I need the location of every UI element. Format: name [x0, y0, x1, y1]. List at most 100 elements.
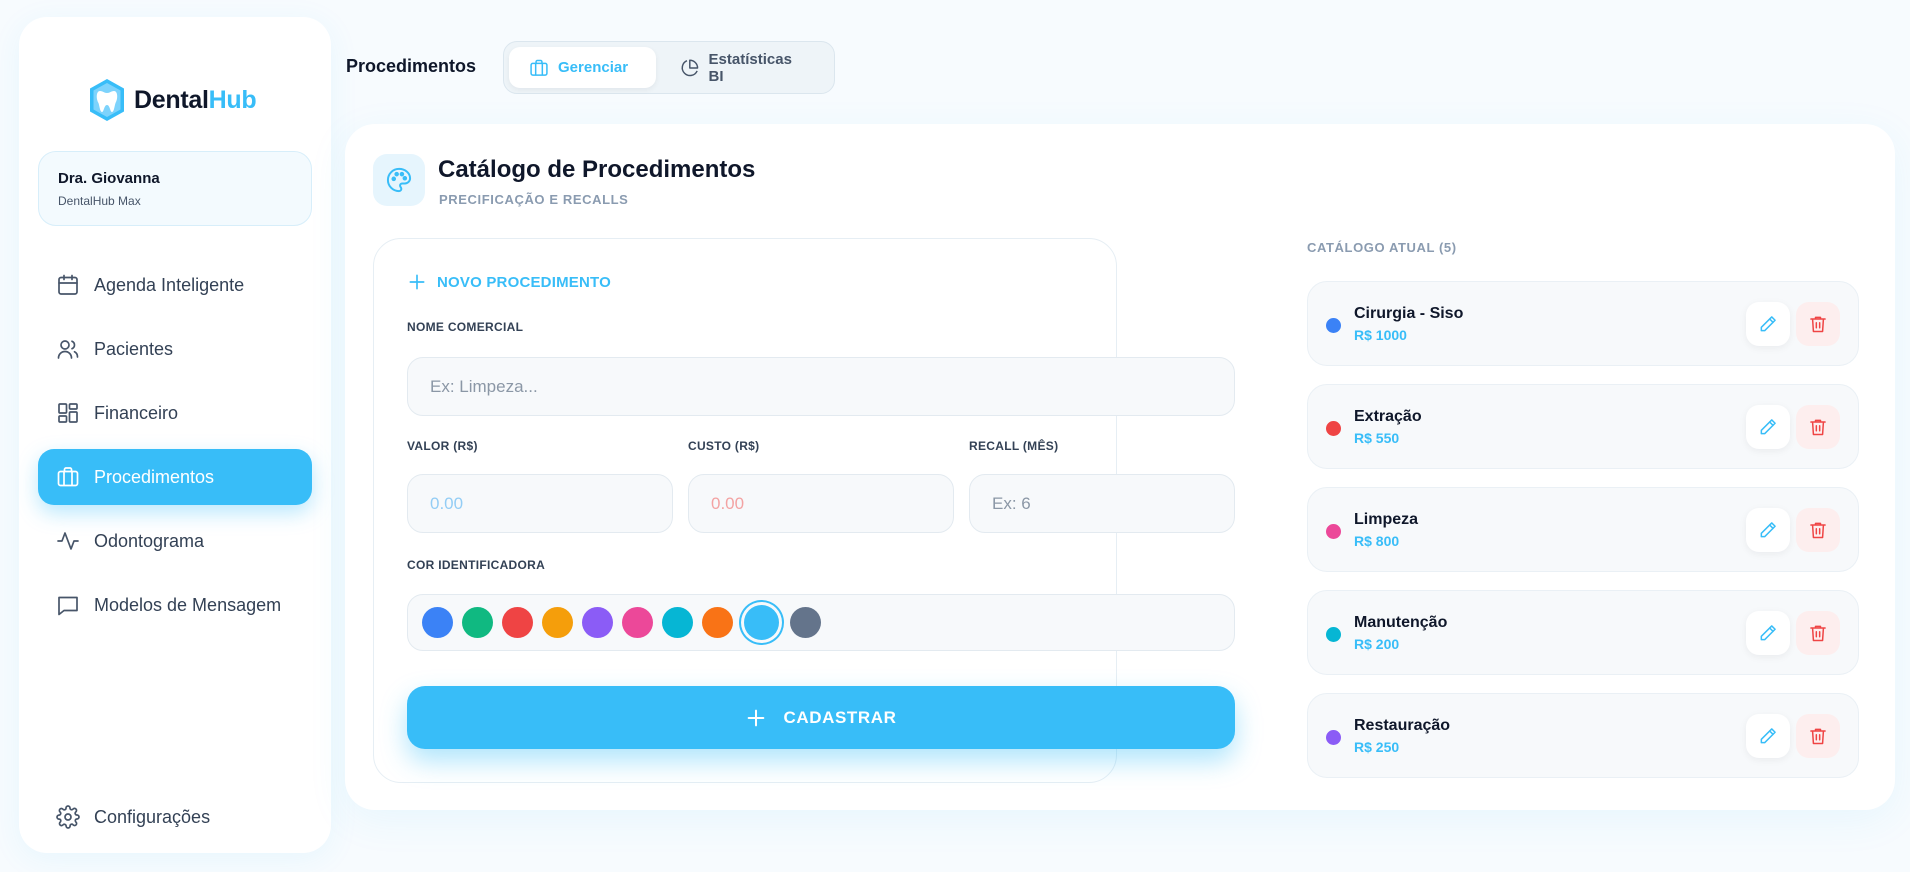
sidebar-item-modelos-de-mensagem[interactable]: Modelos de Mensagem: [38, 577, 312, 633]
name-field-label: NOME COMERCIAL: [407, 320, 524, 334]
color-swatch[interactable]: [462, 607, 493, 638]
tab-label: Estatísticas BI: [708, 50, 792, 85]
procedure-price: R$ 200: [1354, 636, 1400, 652]
procedure-price: R$ 800: [1354, 533, 1400, 549]
trash-icon: [1810, 316, 1826, 333]
edit-button[interactable]: [1746, 611, 1790, 655]
register-button-label: CADASTRAR: [783, 707, 897, 727]
sidebar-item-label: Pacientes: [94, 338, 174, 359]
new-procedure-label: NOVO PROCEDIMENTO: [437, 273, 611, 291]
sidebar-item-agenda[interactable]: Agenda Inteligente: [38, 257, 312, 313]
dashboard-icon: [58, 403, 78, 423]
logo[interactable]: DentalHub: [86, 77, 257, 123]
sidebar-item-label: Odontograma: [94, 530, 205, 551]
plus-icon: [409, 274, 425, 290]
color-swatch[interactable]: [662, 607, 693, 638]
delete-button[interactable]: [1796, 714, 1840, 758]
new-procedure-form: NOVO PROCEDIMENTO NOME COMERCIAL VALOR (…: [373, 238, 1235, 783]
card-title: Catálogo de Procedimentos: [438, 156, 756, 183]
users-icon: [57, 340, 79, 359]
tooth-logo-icon: [90, 79, 124, 121]
procedure-name-input[interactable]: [407, 357, 1235, 416]
catalog-item: Restauração R$ 250: [1307, 693, 1859, 778]
price-input[interactable]: [407, 474, 673, 533]
sidebar-item-pacientes[interactable]: Pacientes: [38, 321, 312, 377]
recall-field-label: RECALL (MÊS): [969, 439, 1059, 453]
delete-button[interactable]: [1796, 302, 1840, 346]
trash-icon: [1810, 419, 1826, 436]
sidebar-item-label: Procedimentos: [94, 466, 215, 487]
sidebar-nav: Agenda Inteligente Pacientes Financeiro …: [38, 257, 312, 641]
profile-name: Dra. Giovanna: [58, 170, 160, 187]
procedure-name: Extração: [1354, 408, 1422, 425]
pencil-icon: [1760, 728, 1776, 744]
color-swatch[interactable]: [702, 607, 733, 638]
pencil-icon: [1760, 316, 1776, 332]
procedures-card: Catálogo de Procedimentos PRECIFICAÇÃO E…: [345, 124, 1895, 810]
procedure-price: R$ 550: [1354, 430, 1400, 446]
color-swatch[interactable]: [790, 607, 821, 638]
color-swatch[interactable]: [622, 607, 653, 638]
procedure-name: Limpeza: [1354, 511, 1419, 528]
color-dot: [1326, 627, 1341, 642]
color-swatch[interactable]: [502, 607, 533, 638]
sidebar-item-procedimentos[interactable]: Procedimentos: [38, 449, 312, 505]
procedure-name: Restauração: [1354, 717, 1451, 734]
procedure-price: R$ 1000: [1354, 327, 1407, 343]
sidebar-item-configuracoes[interactable]: Configurações: [38, 789, 312, 845]
message-icon: [58, 596, 78, 616]
delete-button[interactable]: [1796, 405, 1840, 449]
catalog-item: Manutenção R$ 200: [1307, 590, 1859, 675]
cost-field-label: CUSTO (R$): [688, 439, 760, 453]
briefcase-icon: [57, 467, 79, 487]
recall-input[interactable]: [969, 474, 1235, 533]
logo-text-dental: Dental: [134, 85, 209, 114]
color-field-label: COR IDENTIFICADORA: [407, 558, 546, 572]
trash-icon: [1810, 522, 1826, 539]
color-swatch[interactable]: [542, 607, 573, 638]
sidebar-item-label: Agenda Inteligente: [94, 274, 245, 295]
color-dot: [1326, 524, 1341, 539]
tab-estatisticas-bi[interactable]: Estatísticas BI: [660, 47, 829, 88]
color-swatch[interactable]: [422, 607, 453, 638]
activity-icon: [57, 532, 79, 550]
new-procedure-heading[interactable]: NOVO PROCEDIMENTO: [407, 272, 611, 292]
plus-icon: [748, 709, 765, 726]
tab-gerenciar[interactable]: Gerenciar: [509, 47, 656, 88]
calendar-icon: [58, 274, 78, 295]
register-button[interactable]: CADASTRAR: [407, 686, 1235, 749]
sidebar-item-financeiro[interactable]: Financeiro: [38, 385, 312, 441]
edit-button[interactable]: [1746, 302, 1790, 346]
color-dot: [1326, 730, 1341, 745]
page-title: Procedimentos: [346, 56, 477, 76]
tab-label: Gerenciar: [558, 59, 629, 76]
palette-icon: [387, 167, 412, 193]
color-picker: [407, 594, 1235, 651]
pencil-icon: [1760, 522, 1776, 538]
delete-button[interactable]: [1796, 611, 1840, 655]
sidebar-item-label: Financeiro: [94, 402, 179, 423]
sidebar-item-label: Configurações: [94, 806, 211, 827]
color-swatch[interactable]: [744, 605, 779, 640]
user-profile-card[interactable]: Dra. Giovanna DentalHub Max: [38, 151, 312, 226]
logo-text-hub: Hub: [208, 85, 257, 114]
catalog-item: Cirurgia - Siso R$ 1000: [1307, 281, 1859, 366]
catalog-item: Limpeza R$ 800: [1307, 487, 1859, 572]
delete-button[interactable]: [1796, 508, 1840, 552]
catalog-list: Cirurgia - Siso R$ 1000 Extração R$ 550 Limp…: [1307, 281, 1859, 796]
edit-button[interactable]: [1746, 405, 1790, 449]
cost-input[interactable]: [688, 474, 954, 533]
view-tabs: Gerenciar Estatísticas BI: [503, 41, 835, 94]
procedure-name: Cirurgia - Siso: [1354, 305, 1464, 322]
profile-plan: DentalHub Max: [58, 194, 141, 208]
trash-icon: [1810, 728, 1826, 745]
pencil-icon: [1760, 419, 1776, 435]
sidebar-item-odontograma[interactable]: Odontograma: [38, 513, 312, 569]
card-header-icon-box: [373, 154, 425, 206]
sidebar-item-label: Modelos de Mensagem: [94, 594, 282, 615]
edit-button[interactable]: [1746, 714, 1790, 758]
edit-button[interactable]: [1746, 508, 1790, 552]
gear-icon: [56, 805, 80, 829]
color-dot: [1326, 421, 1341, 436]
color-swatch[interactable]: [582, 607, 613, 638]
